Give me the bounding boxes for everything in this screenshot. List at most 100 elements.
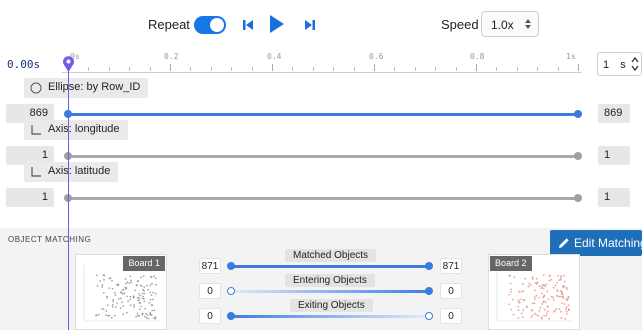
scatter-point: [143, 290, 145, 292]
scatter-point: [532, 302, 534, 304]
keyframe-end[interactable]: [574, 152, 582, 160]
scatter-point: [137, 280, 140, 282]
scatter-point: [559, 295, 561, 298]
scatter-point: [534, 312, 536, 315]
metric-right-value: 0: [440, 308, 462, 324]
scatter-point: [126, 281, 129, 284]
scatter-point: [124, 287, 127, 290]
track-latitude: Axis: latitude 1 1: [0, 162, 642, 228]
scatter-point: [538, 309, 541, 312]
scatter-point: [129, 304, 132, 307]
speed-select[interactable]: 1.0x: [481, 11, 539, 37]
scatter-point: [567, 295, 570, 298]
scatter-point: [113, 291, 116, 294]
repeat-toggle[interactable]: [194, 16, 226, 34]
metric-end-dot: [425, 287, 433, 295]
scatter-point: [108, 314, 111, 317]
scatter-point: [119, 307, 122, 309]
scatter-point: [541, 318, 543, 320]
ruler-tick: [414, 67, 416, 71]
playhead-handle[interactable]: [62, 56, 75, 73]
scatter-point: [548, 274, 551, 277]
scatter-point: [140, 276, 142, 279]
scatter-point: [512, 313, 515, 316]
scatter-point: [565, 308, 567, 311]
scatter-point: [120, 292, 123, 294]
scatter-point: [522, 309, 525, 312]
scatter-point: [154, 316, 157, 318]
scatter-point: [114, 294, 117, 296]
scatter-point: [143, 286, 146, 288]
scatter-point: [561, 296, 563, 298]
axis-icon: [31, 125, 41, 135]
scatter-point: [113, 314, 116, 317]
keyframe-end[interactable]: [574, 110, 582, 118]
scatter-point: [565, 313, 568, 315]
play-icon[interactable]: [268, 13, 286, 35]
scatter-point: [567, 308, 570, 310]
scatter-point: [545, 314, 548, 317]
scatter-point: [547, 298, 550, 301]
track-start-value[interactable]: 1: [6, 188, 54, 207]
duration-input[interactable]: 1 s: [597, 52, 642, 76]
skip-forward-icon[interactable]: [304, 17, 316, 33]
time-ruler[interactable]: 0s 0.2 0.4 0.6 0.8 1s: [62, 52, 582, 74]
scatter-point: [150, 294, 153, 296]
scatter-point: [541, 303, 543, 305]
scatter-point: [564, 318, 567, 320]
scatter-point: [558, 308, 561, 310]
stepper-icon[interactable]: [630, 54, 640, 74]
scatter-point: [552, 298, 555, 301]
scatter-point: [534, 298, 536, 301]
scatter-point: [539, 306, 542, 309]
board-1-thumbnail[interactable]: Board 1: [75, 254, 167, 330]
scatter-point: [557, 290, 559, 293]
scatter-point: [560, 317, 563, 319]
scatter-point: [126, 295, 128, 298]
board-2-thumbnail[interactable]: Board 2: [488, 254, 580, 330]
panel-title: OBJECT MATCHING: [8, 235, 92, 244]
scatter-point: [517, 305, 520, 308]
ruler-tick: [108, 67, 110, 71]
ruler-tick: [455, 67, 457, 71]
metric-label: Matched Objects: [285, 249, 377, 262]
track-label: Axis: longitude: [48, 123, 120, 135]
track-label-chip[interactable]: Ellipse: by Row_ID: [24, 78, 149, 98]
track-label-chip[interactable]: Axis: latitude: [24, 162, 119, 182]
scatter-point: [125, 282, 127, 285]
scatter-point: [130, 281, 133, 284]
scatter-point: [530, 316, 533, 319]
scatter-point: [136, 312, 139, 315]
scatter-point: [529, 284, 532, 287]
scatter-point: [561, 302, 564, 305]
scatter-point: [509, 282, 512, 285]
select-arrows-icon: [525, 19, 531, 29]
metric-matched: Matched Objects 871 871: [199, 249, 462, 275]
scatter-point: [541, 292, 543, 295]
track-label-chip[interactable]: Axis: longitude: [24, 120, 128, 140]
scatter-point: [111, 305, 114, 308]
edit-matching-button[interactable]: Edit Matching: [550, 230, 642, 256]
scatter-point: [153, 309, 156, 312]
keyframe-end[interactable]: [574, 194, 582, 202]
ruler-tick: [251, 67, 253, 71]
scatter-point: [543, 300, 545, 303]
scatter-point: [565, 286, 568, 289]
duration-unit: s: [620, 59, 626, 71]
scatter-point: [543, 314, 545, 317]
tick-label: 0.8: [470, 52, 485, 61]
scatter-point: [543, 308, 546, 311]
scatter-point: [97, 313, 100, 316]
scatter-point: [95, 274, 98, 277]
scatter-point: [143, 298, 145, 300]
metric-entering: Entering Objects 0 0: [199, 274, 462, 300]
skip-back-icon[interactable]: [242, 17, 254, 33]
ruler-tick: [537, 67, 539, 71]
scatter-point: [517, 309, 520, 311]
speed-value: 1.0x: [491, 18, 514, 32]
scatter-point: [121, 301, 123, 304]
metric-right-value: 871: [440, 258, 462, 274]
scatter-point: [550, 278, 553, 281]
track-end-value[interactable]: 1: [598, 188, 630, 207]
scatter-point: [116, 302, 119, 305]
